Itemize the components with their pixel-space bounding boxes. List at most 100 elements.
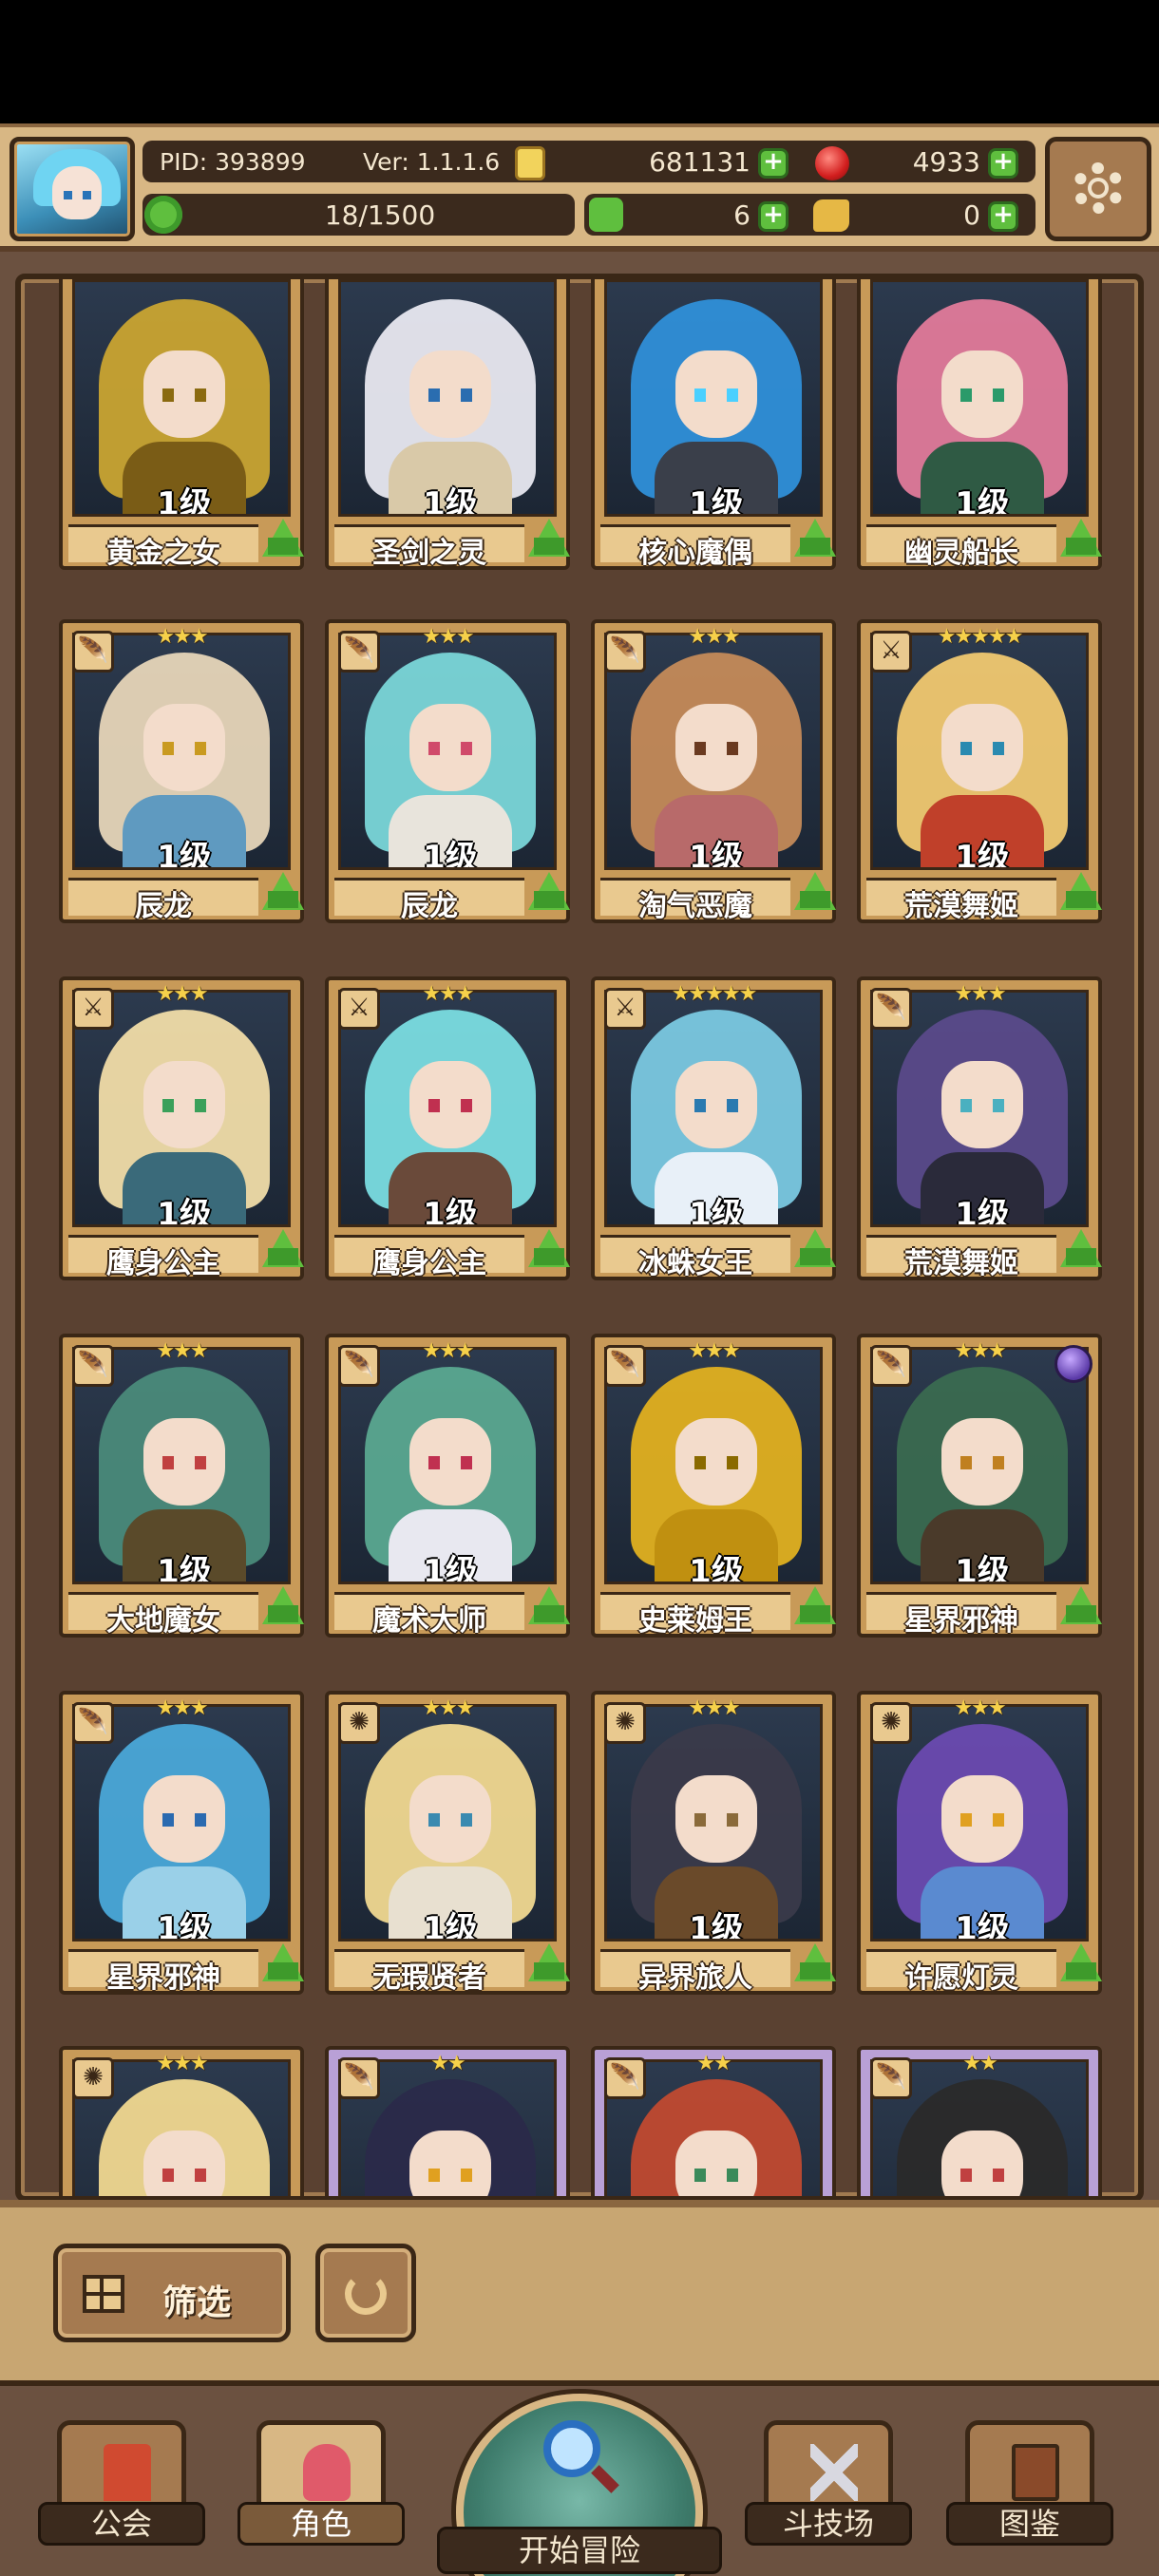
character-grid[interactable]: 1级 黄金之女 1级 圣剑之灵 1级 核心魔偶 1级 幽灵船长 1级 辰龙 🪶 … — [15, 274, 1144, 2202]
character-card[interactable]: 1级 幽灵船长 — [857, 279, 1102, 570]
character-card[interactable]: 1级 淘气恶魔 🪶 ★★★ — [591, 619, 836, 923]
portrait-eye — [195, 2169, 206, 2182]
character-card[interactable]: 1级 大地魔女 🪶 ★★★ — [59, 1334, 304, 1638]
portrait-face — [941, 350, 1023, 438]
clover-count: 6 — [733, 199, 750, 231]
character-level: 1级 — [955, 1553, 1010, 1584]
nav-guild-label: 公会 — [38, 2502, 205, 2546]
nav-adventure-label: 开始冒险 — [437, 2527, 722, 2574]
character-card[interactable]: 1级 无瑕贤者 ✺ ★★★ — [325, 1691, 570, 1995]
character-card[interactable]: 1级 核心魔偶 — [591, 279, 836, 570]
character-level: 1级 — [423, 839, 478, 870]
portrait-face — [941, 1061, 1023, 1148]
upgrade-arrow-stem — [534, 1962, 564, 1979]
character-card[interactable]: 1级 冰蛛女王 ⚔ ★★★★★ — [591, 976, 836, 1280]
character-card[interactable]: 1级 星界邪神 🪶 ★★★ — [59, 1691, 304, 1995]
portrait-eye — [694, 388, 706, 402]
character-level: 1级 — [157, 485, 212, 517]
character-card[interactable]: 1级 荒漠舞姬 ⚔ ★★★★★ — [857, 619, 1102, 923]
character-name: 淘气恶魔 — [638, 890, 752, 923]
filter-button[interactable]: 筛选 — [53, 2244, 291, 2342]
portrait-eye — [195, 1456, 206, 1469]
refresh-icon — [345, 2273, 387, 2315]
portrait-eye — [727, 2169, 738, 2182]
character-name-bar: 黄金之女 — [68, 524, 258, 570]
portrait-face — [409, 1775, 491, 1863]
character-level: 1级 — [423, 485, 478, 517]
portrait-eye — [195, 742, 206, 755]
settings-button[interactable] — [1045, 137, 1151, 241]
character-name-bar: 无瑕贤者 — [334, 1949, 524, 1995]
nav-start-adventure[interactable]: 开始冒险 — [437, 2386, 722, 2576]
portrait-eye — [960, 1456, 972, 1469]
character-card[interactable]: 1级 星界邪神 🪶 ★★★ — [857, 1334, 1102, 1638]
add-gold-button[interactable]: + — [758, 148, 788, 179]
upgrade-arrow-stem — [534, 891, 564, 908]
character-card[interactable]: 🪶 ★★ — [325, 2046, 570, 2196]
character-card[interactable]: 🪶 ★★ — [591, 2046, 836, 2196]
upgrade-arrow-stem — [800, 891, 830, 908]
character-card[interactable]: 1级 史莱姆王 🪶 ★★★ — [591, 1334, 836, 1638]
character-name: 冰蛛女王 — [638, 1247, 752, 1280]
character-portrait: 1级 — [604, 279, 823, 517]
star-rating: ★★★ — [156, 1339, 208, 1363]
character-name-bar: 星界邪神 — [866, 1592, 1056, 1638]
character-name: 异界旅人 — [638, 1961, 752, 1995]
app-root: PID: 393899 Ver: 1.1.1.6 681131 + 4933 +… — [0, 0, 1159, 2576]
add-gem-button[interactable]: + — [988, 148, 1018, 179]
character-card[interactable]: 1级 荒漠舞姬 🪶 ★★★ — [857, 976, 1102, 1280]
filter-label: 筛选 — [162, 2283, 232, 2322]
character-card[interactable]: 1级 魔术大师 🪶 ★★★ — [325, 1334, 570, 1638]
character-level: 1级 — [689, 1196, 744, 1227]
character-name: 大地魔女 — [106, 1604, 220, 1638]
character-card[interactable]: 1级 黄金之女 — [59, 279, 304, 570]
star-rating: ★★★★★ — [671, 982, 758, 1006]
character-name: 荒漠舞姬 — [904, 1247, 1018, 1280]
portrait-face — [675, 2131, 757, 2196]
star-rating: ★★★ — [422, 982, 474, 1006]
portrait-face — [143, 704, 225, 791]
nav-codex[interactable]: 图鉴 — [946, 2386, 1113, 2548]
character-card[interactable]: 1级 许愿灯灵 ✺ ★★★ — [857, 1691, 1102, 1995]
character-name: 核心魔偶 — [638, 537, 752, 570]
nav-arena[interactable]: 斗技场 — [745, 2386, 912, 2548]
character-card[interactable]: 1级 异界旅人 ✺ ★★★ — [591, 1691, 836, 1995]
character-card[interactable]: 1级 辰龙 🪶 ★★★ — [325, 619, 570, 923]
nav-guild[interactable]: 公会 — [38, 2386, 205, 2548]
character-name-bar: 圣剑之灵 — [334, 524, 524, 570]
character-card[interactable]: 🪶 ★★ — [857, 2046, 1102, 2196]
portrait-eye — [960, 1099, 972, 1112]
portrait-eye — [461, 742, 472, 755]
character-name-bar: 史莱姆王 — [600, 1592, 790, 1638]
character-portrait: 1级 — [338, 279, 557, 517]
add-clover-button[interactable]: + — [758, 201, 788, 232]
crossed-swords-icon — [810, 2444, 858, 2501]
character-card[interactable]: 1级 辰龙 🪶 ★★★ — [59, 619, 304, 923]
nav-character[interactable]: 角色 — [238, 2386, 405, 2548]
refresh-button[interactable] — [315, 2244, 416, 2342]
character-card[interactable]: 1级 圣剑之灵 — [325, 279, 570, 570]
star-rating: ★★★ — [422, 625, 474, 649]
character-card[interactable]: ✺ ★★★ — [59, 2046, 304, 2196]
portrait-eye — [428, 2169, 440, 2182]
character-card[interactable]: 1级 鹰身公主 ⚔ ★★★ — [325, 976, 570, 1280]
portrait-eye — [195, 1813, 206, 1827]
portrait-eye — [960, 742, 972, 755]
star-rating: ★★★ — [954, 1696, 1006, 1720]
gold-key-icon — [813, 199, 849, 232]
star-rating: ★★★ — [156, 2052, 208, 2075]
portrait-face — [409, 2131, 491, 2196]
character-card[interactable]: 1级 鹰身公主 ⚔ ★★★ — [59, 976, 304, 1280]
nav-codex-label: 图鉴 — [946, 2502, 1113, 2546]
add-item-button[interactable]: + — [988, 201, 1018, 232]
portrait-eye — [993, 1456, 1004, 1469]
star-rating: ★★ — [962, 2052, 998, 2075]
portrait-eye — [694, 1099, 706, 1112]
portrait-eye — [694, 1813, 706, 1827]
clover-ticket-icon — [589, 198, 623, 232]
player-avatar[interactable] — [10, 137, 135, 241]
portrait-eye — [993, 1099, 1004, 1112]
character-level: 1级 — [955, 1196, 1010, 1227]
character-level: 1级 — [689, 485, 744, 517]
portrait-face — [675, 1775, 757, 1863]
